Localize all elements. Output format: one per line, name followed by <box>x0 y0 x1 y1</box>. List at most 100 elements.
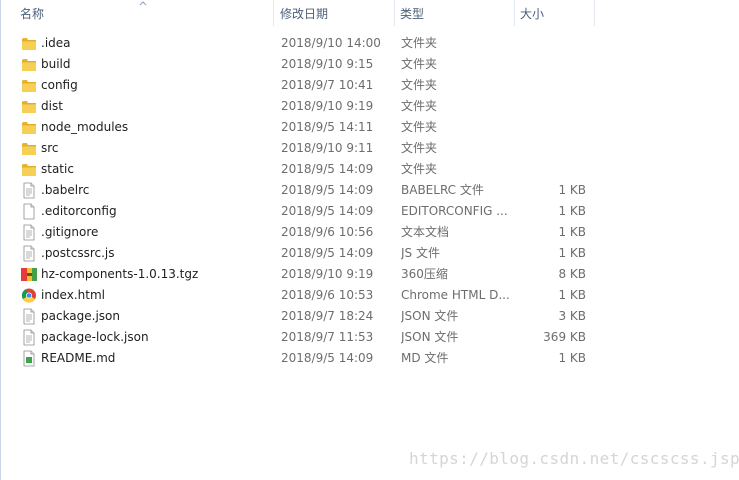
file-modified-date: 2018/9/10 14:00 <box>281 36 381 50</box>
file-name: hz-components-1.0.13.tgz <box>41 267 199 281</box>
file-name: index.html <box>41 288 105 302</box>
file-type: JSON 文件 <box>401 330 459 344</box>
file-type: 文本文档 <box>401 225 450 239</box>
file-modified-date: 2018/9/6 10:56 <box>281 225 374 239</box>
column-header-type[interactable]: 类型 <box>395 0 515 26</box>
file-size <box>516 138 586 159</box>
file-size: 1 KB <box>558 204 586 218</box>
file-type: MD 文件 <box>401 351 449 365</box>
file-name: .gitignore <box>41 225 99 239</box>
chrome-icon <box>20 287 38 304</box>
file-size <box>516 33 586 54</box>
file-row[interactable]: config 2018/9/7 10:41 文件夹 <box>1 75 739 96</box>
blank-file-icon <box>20 203 38 220</box>
file-modified-date: 2018/9/10 9:15 <box>281 57 374 71</box>
file-name: .idea <box>41 36 71 50</box>
file-row[interactable]: src 2018/9/10 9:11 文件夹 <box>1 138 739 159</box>
file-row[interactable]: .idea 2018/9/10 14:00 文件夹 <box>1 33 739 54</box>
md-file-icon <box>20 350 38 367</box>
file-size <box>516 75 586 96</box>
file-modified-date: 2018/9/5 14:11 <box>281 120 374 134</box>
file-row[interactable]: dist 2018/9/10 9:19 文件夹 <box>1 96 739 117</box>
file-modified-date: 2018/9/5 14:09 <box>281 351 374 365</box>
file-size: 1 KB <box>558 183 586 197</box>
text-file-icon <box>20 224 38 241</box>
file-modified-date: 2018/9/7 18:24 <box>281 309 374 323</box>
column-header-name-label: 名称 <box>20 7 45 21</box>
column-header-date[interactable]: 修改日期 <box>275 0 395 26</box>
file-size <box>516 96 586 117</box>
file-name: .postcssrc.js <box>41 246 115 260</box>
file-size: 1 KB <box>558 351 586 365</box>
column-header-size[interactable]: 大小 <box>515 0 595 26</box>
file-type: 文件夹 <box>401 57 438 71</box>
file-modified-date: 2018/9/10 9:19 <box>281 267 374 281</box>
file-row[interactable]: README.md 2018/9/5 14:09 MD 文件 1 KB <box>1 348 739 369</box>
file-size <box>516 117 586 138</box>
file-row[interactable]: .editorconfig 2018/9/5 14:09 EDITORCONFIG … <box>1 201 739 222</box>
file-explorer-list: 名称 修改日期 类型 大小 .idea 2018/9/10 14:00 文件夹 bui… <box>0 0 739 480</box>
folder-icon <box>20 77 38 94</box>
file-type: JS 文件 <box>401 246 440 260</box>
file-type: 360压缩 <box>401 267 448 281</box>
file-size: 1 KB <box>558 225 586 239</box>
watermark-text: https://blog.csdn.net/cscscss.jsp <box>409 449 739 468</box>
file-size: 369 KB <box>543 330 586 344</box>
file-name: config <box>41 78 78 92</box>
file-size: 3 KB <box>558 309 586 323</box>
folder-icon <box>20 161 38 178</box>
file-type: 文件夹 <box>401 120 438 134</box>
file-modified-date: 2018/9/10 9:19 <box>281 99 374 113</box>
file-type: EDITORCONFIG ... <box>401 204 508 218</box>
folder-icon <box>20 119 38 136</box>
file-modified-date: 2018/9/5 14:09 <box>281 162 374 176</box>
column-header-size-label: 大小 <box>520 7 545 21</box>
file-type: 文件夹 <box>401 141 438 155</box>
text-file-icon <box>20 308 38 325</box>
file-modified-date: 2018/9/7 11:53 <box>281 330 374 344</box>
column-header-date-label: 修改日期 <box>280 7 329 21</box>
file-type: 文件夹 <box>401 162 438 176</box>
file-modified-date: 2018/9/5 14:09 <box>281 204 374 218</box>
file-row[interactable]: .gitignore 2018/9/6 10:56 文本文档 1 KB <box>1 222 739 243</box>
file-type: 文件夹 <box>401 78 438 92</box>
archive-icon <box>20 266 38 283</box>
file-row[interactable]: build 2018/9/10 9:15 文件夹 <box>1 54 739 75</box>
file-size: 1 KB <box>558 246 586 260</box>
folder-icon <box>20 56 38 73</box>
file-row[interactable]: .postcssrc.js 2018/9/5 14:09 JS 文件 1 KB <box>1 243 739 264</box>
file-modified-date: 2018/9/5 14:09 <box>281 246 374 260</box>
file-size <box>516 54 586 75</box>
file-modified-date: 2018/9/6 10:53 <box>281 288 374 302</box>
file-row[interactable]: static 2018/9/5 14:09 文件夹 <box>1 159 739 180</box>
file-name: .editorconfig <box>41 204 117 218</box>
file-modified-date: 2018/9/7 10:41 <box>281 78 374 92</box>
file-name: src <box>41 141 59 155</box>
file-modified-date: 2018/9/10 9:11 <box>281 141 374 155</box>
file-name: build <box>41 57 71 71</box>
file-type: Chrome HTML D... <box>401 288 510 302</box>
file-row[interactable]: .babelrc 2018/9/5 14:09 BABELRC 文件 1 KB <box>1 180 739 201</box>
file-row[interactable]: package-lock.json 2018/9/7 11:53 JSON 文件 36… <box>1 327 739 348</box>
file-row[interactable]: node_modules 2018/9/5 14:11 文件夹 <box>1 117 739 138</box>
file-name: static <box>41 162 74 176</box>
sort-ascending-icon <box>139 1 147 6</box>
file-size: 1 KB <box>558 288 586 302</box>
text-file-icon <box>20 245 38 262</box>
file-modified-date: 2018/9/5 14:09 <box>281 183 374 197</box>
text-file-icon <box>20 182 38 199</box>
folder-icon <box>20 98 38 115</box>
folder-icon <box>20 35 38 52</box>
text-file-icon <box>20 329 38 346</box>
file-name: dist <box>41 99 63 113</box>
file-type: 文件夹 <box>401 99 438 113</box>
file-name: package-lock.json <box>41 330 149 344</box>
file-row[interactable]: package.json 2018/9/7 18:24 JSON 文件 3 KB <box>1 306 739 327</box>
file-size: 8 KB <box>558 267 586 281</box>
file-name: node_modules <box>41 120 129 134</box>
file-row[interactable]: index.html 2018/9/6 10:53 Chrome HTML D...… <box>1 285 739 306</box>
column-header-type-label: 类型 <box>400 7 425 21</box>
file-row[interactable]: hz-components-1.0.13.tgz 2018/9/10 9:19 36… <box>1 264 739 285</box>
file-name: package.json <box>41 309 121 323</box>
file-size <box>516 159 586 180</box>
